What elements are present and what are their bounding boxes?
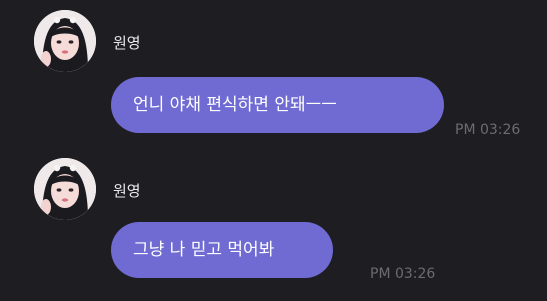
message-bubble[interactable]: 그냥 나 믿고 먹어봐 [111,222,333,278]
avatar-photo [34,10,96,72]
chat-thread: 원영 언니 야채 편식하면 안돼ㅡㅡ PM 03:26 원영 그냥 나 믿고 먹… [0,0,547,301]
avatar[interactable] [34,158,96,220]
message-bubble[interactable]: 언니 야채 편식하면 안돼ㅡㅡ [111,77,444,133]
avatar[interactable] [34,10,96,72]
sender-name: 원영 [113,34,141,52]
avatar-photo [34,158,96,220]
sender-name: 원영 [113,182,141,200]
message-timestamp: PM 03:26 [370,266,436,282]
message-timestamp: PM 03:26 [455,122,521,138]
